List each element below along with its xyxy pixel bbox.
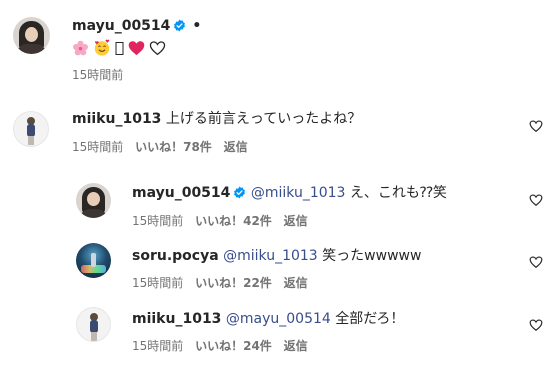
mention-link[interactable]: @mayu_00514 xyxy=(226,311,331,327)
avatar-mayu[interactable] xyxy=(13,17,50,54)
reply-3: miiku_1013 @mayu_00514 全部だろ！ xyxy=(132,310,404,328)
comment-username[interactable]: miiku_1013 xyxy=(132,311,221,327)
reply-button[interactable]: 返信 xyxy=(224,140,248,154)
avatar-miiku[interactable] xyxy=(76,307,111,342)
verified-badge-icon xyxy=(234,186,246,199)
avatar-miiku[interactable] xyxy=(13,111,49,147)
post-caption-emojis xyxy=(72,39,166,57)
likes-count[interactable]: いいね！42件 xyxy=(195,214,272,228)
comment-username[interactable]: mayu_00514 xyxy=(132,185,230,201)
like-heart-icon[interactable] xyxy=(529,255,543,269)
post-header: mayu_00514 • xyxy=(72,17,201,35)
like-heart-icon[interactable] xyxy=(529,318,543,332)
comment-meta: 15時間前 いいね！42件 返信 xyxy=(132,213,316,229)
avatar-mayu[interactable] xyxy=(76,183,111,218)
reply-button[interactable]: 返信 xyxy=(284,276,308,290)
comment-time: 15時間前 xyxy=(132,276,184,290)
avatar-soru[interactable] xyxy=(76,243,111,278)
likes-count[interactable]: いいね！24件 xyxy=(195,339,272,353)
white-heart-icon xyxy=(149,41,166,56)
like-heart-icon[interactable] xyxy=(529,119,543,133)
comment-time: 15時間前 xyxy=(132,339,184,353)
post-time: 15時間前 xyxy=(72,68,124,82)
post-username[interactable]: mayu_00514 xyxy=(72,18,170,34)
likes-count[interactable]: いいね！22件 xyxy=(195,276,272,290)
comment-1: miiku_1013 上げる前言えっていったよね？ xyxy=(72,110,361,128)
comment-time: 15時間前 xyxy=(132,214,184,228)
mention-link[interactable]: @miiku_1013 xyxy=(223,248,318,264)
smiling-face-with-hearts-icon xyxy=(94,39,110,56)
missing-glyph-icon xyxy=(115,41,124,55)
mention-link[interactable]: @miiku_1013 xyxy=(251,185,346,201)
post-meta: 15時間前 xyxy=(72,67,131,83)
comment-text: え、これも⁇笑 xyxy=(349,185,447,201)
comment-text: 上げる前言えっていったよね？ xyxy=(165,111,362,127)
comment-meta: 15時間前 いいね！22件 返信 xyxy=(132,275,316,291)
separator-dot: • xyxy=(192,18,202,34)
verified-badge-icon xyxy=(174,19,186,32)
comment-text: 笑ったwwwww xyxy=(322,248,422,264)
reply-button[interactable]: 返信 xyxy=(284,214,308,228)
comment-username[interactable]: soru.pocya xyxy=(132,248,219,264)
reply-2: soru.pocya @miiku_1013 笑ったwwwww xyxy=(132,247,421,265)
likes-count[interactable]: いいね！78件 xyxy=(135,140,212,154)
red-heart-icon xyxy=(128,41,145,56)
comment-username[interactable]: miiku_1013 xyxy=(72,111,161,127)
like-heart-icon[interactable] xyxy=(529,193,543,207)
comment-text: 全部だろ！ xyxy=(335,311,405,327)
comment-meta: 15時間前 いいね！24件 返信 xyxy=(132,338,316,354)
reply-1: mayu_00514 @miiku_1013 え、これも⁇笑 xyxy=(132,184,447,202)
comment-time: 15時間前 xyxy=(72,140,124,154)
sakura-flower-icon xyxy=(73,40,88,55)
comment-meta: 15時間前 いいね！78件 返信 xyxy=(72,139,256,155)
reply-button[interactable]: 返信 xyxy=(284,339,308,353)
